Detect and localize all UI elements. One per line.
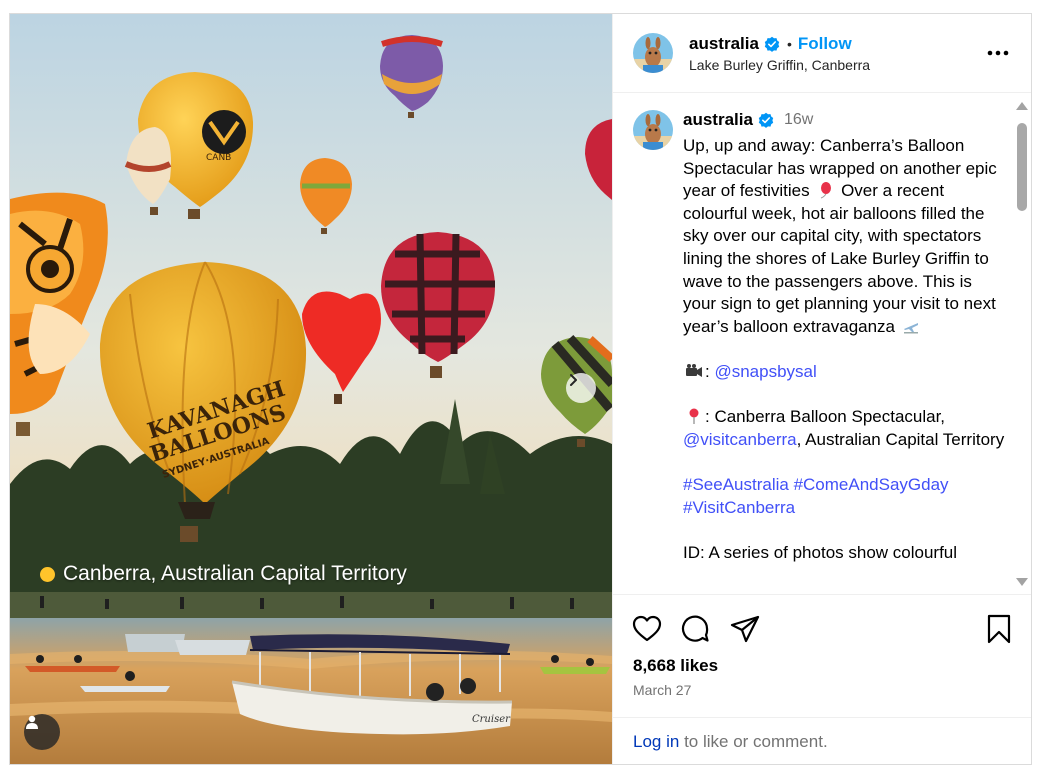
verified-icon xyxy=(764,36,780,52)
avatar[interactable] xyxy=(633,33,673,73)
visitcanberra-link[interactable]: @visitcanberra xyxy=(683,430,797,449)
scroll-down-arrow[interactable] xyxy=(1016,578,1028,586)
like-button[interactable] xyxy=(631,613,663,645)
more-options-icon xyxy=(987,50,1009,56)
post-image[interactable]: KAVANAGH BALLOONS SYDNEY·AUSTRALIA CANB xyxy=(10,14,612,764)
header-user-line: australia • Follow xyxy=(689,34,852,54)
caption-scroll-area[interactable]: australia 16w Up, up and away: Canberra’… xyxy=(613,94,1031,594)
more-options-button[interactable] xyxy=(985,44,1011,62)
save-button[interactable] xyxy=(983,613,1015,645)
caption-credit-line: : @snapsbysal xyxy=(683,361,1005,384)
next-arrow-icon xyxy=(570,374,577,386)
camera-emoji xyxy=(686,363,702,377)
post-time[interactable]: 16w xyxy=(784,111,813,129)
location-dot xyxy=(40,566,55,582)
share-icon xyxy=(730,615,760,643)
post-dialog: KAVANAGH BALLOONS SYDNEY·AUSTRALIA CANB xyxy=(9,13,1032,765)
image-location-text: Canberra, Australian Capital Territory xyxy=(63,562,407,585)
comment-button[interactable] xyxy=(679,613,711,645)
post-actions-area: 8,668 likes March 27 Log in to like or c… xyxy=(613,594,1031,764)
caption-username[interactable]: australia xyxy=(683,110,753,130)
caption-avatar[interactable] xyxy=(633,110,673,150)
follow-button[interactable]: Follow xyxy=(798,34,852,54)
post-header: australia • Follow Lake Burley Griffin, … xyxy=(613,14,1031,93)
caption-id-line: ID: A series of photos show colourful xyxy=(683,542,958,562)
airplane-emoji xyxy=(903,322,918,334)
divider xyxy=(613,717,1031,718)
tag-user-icon xyxy=(26,715,38,729)
header-username[interactable]: australia xyxy=(689,34,759,54)
post-location-link[interactable]: Lake Burley Griffin, Canberra xyxy=(689,57,870,73)
caption-paragraph-1: Up, up and away: Canberra’s Balloon Spec… xyxy=(683,135,1005,338)
scroll-up-arrow[interactable] xyxy=(1016,102,1028,110)
pin-emoji xyxy=(689,408,699,425)
caption-location-suffix: , Australian Capital Territory xyxy=(796,429,1005,449)
kangaroo-avatar-icon xyxy=(633,110,673,150)
caption-header: australia 16w xyxy=(683,110,813,130)
verified-icon xyxy=(758,112,774,128)
caption-text-part-2: Over a recent colourful week, hot air ba… xyxy=(683,181,996,336)
balloon-photo: KAVANAGH BALLOONS SYDNEY·AUSTRALIA CANB xyxy=(10,14,612,764)
heart-icon xyxy=(632,615,662,642)
scrollbar-thumb[interactable] xyxy=(1017,123,1027,211)
login-suffix: to like or comment. xyxy=(684,732,828,751)
likes-count[interactable]: 8,668 likes xyxy=(633,656,718,676)
hashtag-link[interactable]: #VisitCanberra xyxy=(683,498,795,517)
login-prompt: Log in to like or comment. xyxy=(633,732,828,752)
boat-name: Cruiser xyxy=(472,714,511,725)
caption-text-part-1: Up, up and away: Canberra’s Balloon Spec… xyxy=(683,136,997,201)
comment-icon xyxy=(681,615,709,642)
balloon-text-canb: CANB xyxy=(206,153,231,163)
post-side-panel: australia • Follow Lake Burley Griffin, … xyxy=(612,14,1031,764)
hashtag-link[interactable]: #ComeAndSayGday xyxy=(794,475,949,494)
caption-location-prefix: : Canberra Balloon Spectacular, xyxy=(705,407,946,427)
login-link[interactable]: Log in xyxy=(633,732,679,751)
hashtag-link[interactable]: #SeeAustralia xyxy=(683,475,789,494)
caption-hashtags: #SeeAustralia #ComeAndSayGday #VisitCanb… xyxy=(683,474,1005,519)
credit-separator: : xyxy=(705,361,710,381)
tagged-users-button[interactable] xyxy=(24,714,60,750)
caption-text: Up, up and away: Canberra’s Balloon Spec… xyxy=(683,135,1005,564)
bookmark-icon xyxy=(987,614,1011,644)
share-button[interactable] xyxy=(729,613,761,645)
balloon-emoji xyxy=(821,182,832,199)
next-image-button[interactable] xyxy=(566,373,596,403)
caption-location-line: : Canberra Balloon Spectacular, @visitca… xyxy=(683,406,1005,451)
kangaroo-avatar-icon xyxy=(633,33,673,73)
image-location-overlay: Canberra, Australian Capital Territory xyxy=(40,562,407,586)
credit-handle-link[interactable]: @snapsbysal xyxy=(714,362,816,381)
caption-scrollbar[interactable] xyxy=(1015,102,1029,586)
dot-separator: • xyxy=(786,36,792,52)
post-date[interactable]: March 27 xyxy=(633,682,691,698)
